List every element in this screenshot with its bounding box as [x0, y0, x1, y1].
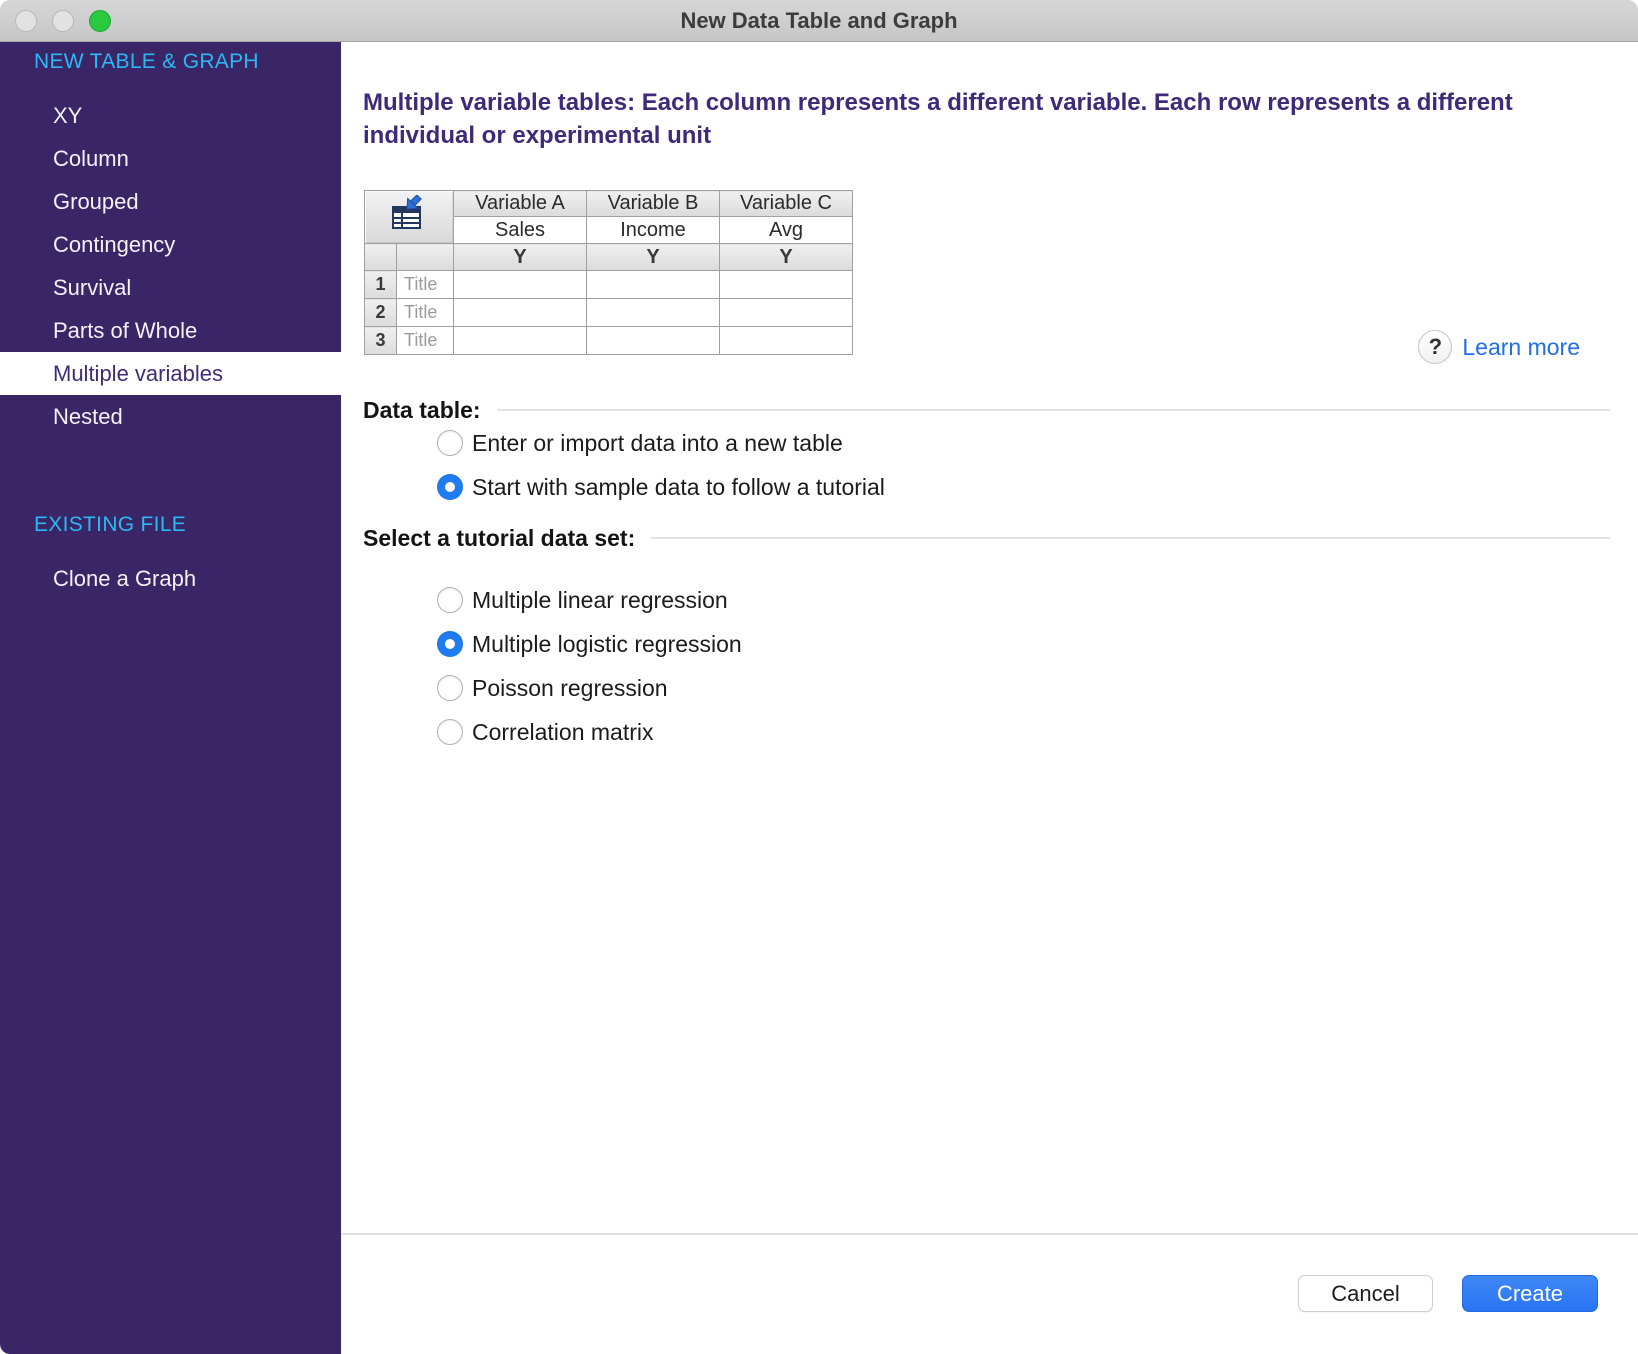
- radio-circle[interactable]: [437, 430, 463, 456]
- sidebar-item-multiple-variables[interactable]: Multiple variables: [0, 352, 341, 395]
- table-import-icon: [365, 191, 454, 244]
- radio-correlation-matrix[interactable]: Correlation matrix: [437, 717, 654, 747]
- row-title-placeholder: Title: [397, 271, 454, 299]
- sidebar-item-contingency[interactable]: Contingency: [0, 223, 341, 266]
- radio-label: Enter or import data into a new table: [472, 430, 843, 457]
- footer-divider: [341, 1233, 1638, 1235]
- row-title-placeholder: Title: [397, 327, 454, 355]
- corner-cell: [397, 244, 454, 271]
- learn-more: ? Learn more: [1418, 330, 1580, 364]
- radio-label: Start with sample data to follow a tutor…: [472, 474, 885, 501]
- corner-cell: [365, 244, 397, 271]
- sidebar-item-xy[interactable]: XY: [0, 94, 341, 137]
- sidebar: NEW TABLE & GRAPH XY Column Grouped Cont…: [0, 42, 341, 1354]
- empty-cell: [587, 299, 720, 327]
- data-table-section-header: Data table:: [363, 394, 1610, 426]
- create-button[interactable]: Create: [1462, 1275, 1598, 1312]
- radio-circle[interactable]: [437, 675, 463, 701]
- sidebar-item-nested[interactable]: Nested: [0, 395, 341, 438]
- footer-buttons: Cancel Create: [1298, 1275, 1598, 1312]
- col-header: Variable C: [720, 191, 853, 217]
- radio-circle-selected[interactable]: [437, 474, 463, 500]
- row-number: 2: [365, 299, 397, 327]
- empty-cell: [720, 271, 853, 299]
- preview-table: Variable A Variable B Variable C Sales I…: [364, 190, 853, 355]
- empty-cell: [587, 327, 720, 355]
- sidebar-section-new-table: NEW TABLE & GRAPH: [34, 50, 341, 74]
- radio-label: Poisson regression: [472, 675, 668, 702]
- sidebar-item-survival[interactable]: Survival: [0, 266, 341, 309]
- col-role: Y: [454, 244, 587, 271]
- tutorial-label: Select a tutorial data set:: [363, 525, 635, 552]
- section-divider: [497, 409, 1610, 411]
- sidebar-item-column[interactable]: Column: [0, 137, 341, 180]
- radio-circle[interactable]: [437, 587, 463, 613]
- sidebar-item-parts-of-whole[interactable]: Parts of Whole: [0, 309, 341, 352]
- titlebar: New Data Table and Graph: [0, 0, 1638, 42]
- tutorial-section-header: Select a tutorial data set:: [363, 522, 1610, 554]
- row-number: 1: [365, 271, 397, 299]
- col-subtitle: Avg: [720, 217, 853, 244]
- empty-cell: [454, 327, 587, 355]
- learn-more-link[interactable]: Learn more: [1462, 334, 1580, 361]
- col-subtitle: Sales: [454, 217, 587, 244]
- help-icon[interactable]: ?: [1418, 330, 1452, 364]
- radio-circle[interactable]: [437, 719, 463, 745]
- section-divider: [651, 537, 1610, 539]
- col-subtitle: Income: [587, 217, 720, 244]
- data-table-label: Data table:: [363, 397, 481, 424]
- row-title-placeholder: Title: [397, 299, 454, 327]
- empty-cell: [720, 327, 853, 355]
- radio-multiple-linear-regression[interactable]: Multiple linear regression: [437, 585, 728, 615]
- empty-cell: [454, 271, 587, 299]
- cancel-button[interactable]: Cancel: [1298, 1275, 1433, 1312]
- new-data-table-dialog: New Data Table and Graph NEW TABLE & GRA…: [0, 0, 1638, 1354]
- radio-label: Multiple linear regression: [472, 587, 728, 614]
- sidebar-item-grouped[interactable]: Grouped: [0, 180, 341, 223]
- radio-label: Correlation matrix: [472, 719, 654, 746]
- window-title: New Data Table and Graph: [0, 0, 1638, 42]
- main-panel: Multiple variable tables: Each column re…: [341, 42, 1638, 1354]
- col-header: Variable A: [454, 191, 587, 217]
- radio-start-with-sample-data[interactable]: Start with sample data to follow a tutor…: [437, 472, 885, 502]
- col-role: Y: [587, 244, 720, 271]
- empty-cell: [587, 271, 720, 299]
- radio-poisson-regression[interactable]: Poisson regression: [437, 673, 668, 703]
- page-title: Multiple variable tables: Each column re…: [363, 86, 1513, 152]
- col-header: Variable B: [587, 191, 720, 217]
- row-number: 3: [365, 327, 397, 355]
- radio-enter-or-import[interactable]: Enter or import data into a new table: [437, 428, 843, 458]
- empty-cell: [720, 299, 853, 327]
- radio-multiple-logistic-regression[interactable]: Multiple logistic regression: [437, 629, 742, 659]
- radio-circle-selected[interactable]: [437, 631, 463, 657]
- col-role: Y: [720, 244, 853, 271]
- empty-cell: [454, 299, 587, 327]
- radio-label: Multiple logistic regression: [472, 631, 742, 658]
- sidebar-section-existing-file: EXISTING FILE: [34, 513, 341, 537]
- sidebar-item-clone-a-graph[interactable]: Clone a Graph: [0, 557, 341, 600]
